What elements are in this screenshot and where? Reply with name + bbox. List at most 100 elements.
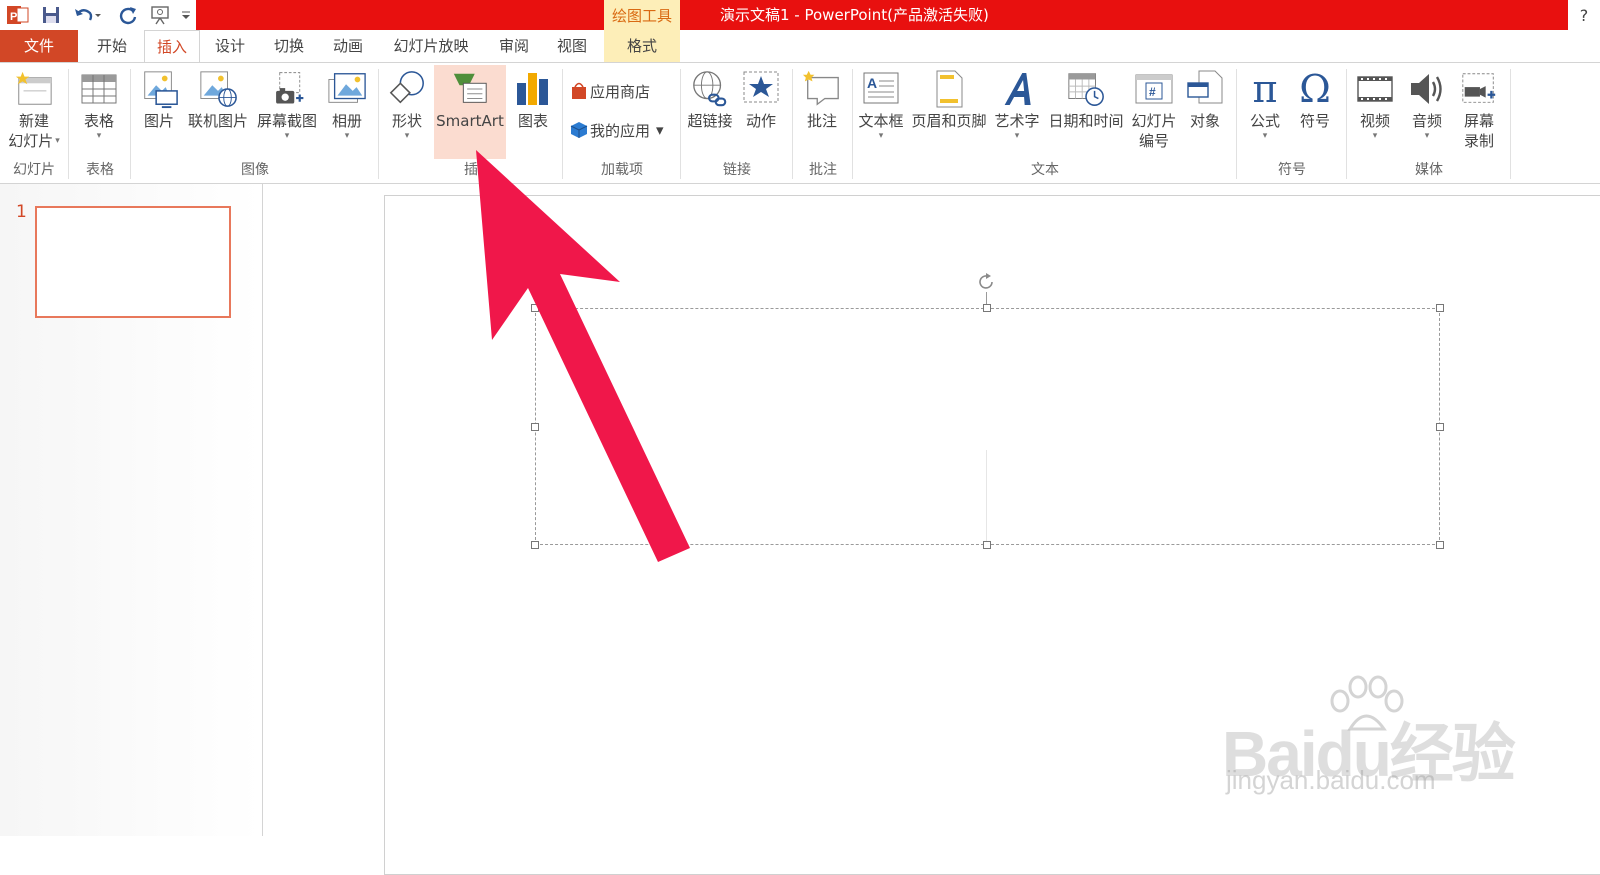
photo-album-icon [327,67,367,111]
header-footer-button[interactable]: 页眉和页脚 [908,67,990,131]
app-store-label: 应用商店 [590,82,651,101]
date-time-label: 日期和时间 [1048,112,1124,130]
help-button[interactable]: ? [1568,0,1600,30]
new-slide-button[interactable]: 新建 幻灯片 ▾ [2,67,66,151]
group-separator [1236,69,1237,179]
date-time-button[interactable]: 日期和时间 [1046,67,1126,131]
film-icon [1355,67,1395,111]
screen-record-button[interactable]: 屏幕 录制 [1456,67,1502,151]
dropdown-arrow-icon: ▾ [878,131,884,141]
tab-transitions[interactable]: 切换 [260,30,318,62]
resize-handle-top[interactable] [983,304,991,312]
screenshot-button[interactable]: 屏幕截图 ▾ [254,67,320,141]
dropdown-arrow-icon: ▾ [1424,131,1430,141]
rotate-handle-icon[interactable] [976,272,996,292]
powerpoint-logo-icon[interactable]: P [6,4,30,26]
my-apps-button[interactable]: 我的应用 ▾ [570,118,664,142]
tab-home[interactable]: 开始 [84,30,140,62]
header-footer-icon [929,67,969,111]
table-button[interactable]: 表格 ▾ [74,67,124,141]
object-icon [1185,67,1225,111]
tab-slideshow[interactable]: 幻灯片放映 [380,30,482,62]
symbol-button[interactable]: Ω 符号 [1292,67,1338,131]
resize-handle-top-left[interactable] [531,304,539,312]
redo-icon[interactable] [116,4,140,26]
tab-animations[interactable]: 动画 [320,30,376,62]
customize-qat-icon[interactable] [180,4,192,26]
omega-icon: Ω [1299,67,1331,111]
resize-handle-bottom-right[interactable] [1436,541,1444,549]
svg-text:P: P [10,11,17,23]
ribbon-tab-row: 文件 开始 插入 设计 切换 动画 幻灯片放映 审阅 视图 格式 [0,30,1600,62]
tab-view[interactable]: 视图 [544,30,600,62]
photo-album-label: 相册 [331,112,362,130]
present-from-start-icon[interactable] [148,4,174,26]
hyperlink-globe-icon [690,67,730,111]
equation-label: 公式 [1249,112,1280,130]
group-separator [680,69,681,179]
resize-handle-right[interactable] [1436,423,1444,431]
svg-text:#: # [1149,85,1156,99]
app-store-button[interactable]: 应用商店 [570,79,650,103]
dropdown-arrow-icon: ▾ [96,131,102,141]
tab-insert[interactable]: 插入 [144,30,200,62]
slide-thumbnail[interactable] [35,206,231,318]
dropdown-arrow-icon: ▾ [1014,131,1020,141]
resize-handle-bottom-left[interactable] [531,541,539,549]
object-button[interactable]: 对象 [1182,67,1228,131]
resize-handle-top-right[interactable] [1436,304,1444,312]
calendar-clock-icon [1066,67,1106,111]
dropdown-arrow-icon: ▾ [656,121,664,139]
photo-album-button[interactable]: 相册 ▾ [324,67,370,141]
resize-handle-left[interactable] [531,423,539,431]
group-label-slides: 幻灯片 [13,162,55,178]
smartart-button[interactable]: SmartArt [434,65,506,159]
hyperlink-label: 超链接 [687,112,733,130]
video-button[interactable]: 视频 ▾ [1352,67,1398,141]
baidu-watermark: Baidu经验 jingyan.baidu.com [1222,675,1522,805]
comment-button[interactable]: 批注 [798,67,846,131]
text-placeholder-box[interactable] [535,308,1440,545]
group-label-images: 图像 [241,162,269,178]
table-icon [79,67,119,111]
undo-icon[interactable] [72,4,102,26]
group-label-links: 链接 [723,162,751,178]
picture-icon [139,67,179,111]
my-apps-cube-icon [570,121,590,139]
textbox-button[interactable]: A 文本框 ▾ [856,67,906,141]
screen-record-icon [1459,67,1499,111]
hyperlink-button[interactable]: 超链接 [684,67,736,131]
new-slide-label-2: 幻灯片 [8,132,54,150]
wordart-button[interactable]: 艺术字 ▾ [992,67,1042,141]
tab-file[interactable]: 文件 [0,30,78,62]
table-label: 表格 [83,112,114,130]
tab-design[interactable]: 设计 [202,30,258,62]
group-separator [562,69,563,179]
online-picture-icon [198,67,238,111]
new-slide-icon [14,67,54,111]
online-picture-button[interactable]: 联机图片 [186,67,250,131]
object-label: 对象 [1189,112,1220,130]
slide-number-button[interactable]: # 幻灯片 编号 [1128,67,1180,151]
tab-format[interactable]: 格式 [604,30,680,62]
group-label-media: 媒体 [1415,162,1443,178]
text-cursor-guide [986,450,987,545]
action-button[interactable]: 动作 [738,67,784,131]
chart-icon [513,67,553,111]
chart-button[interactable]: 图表 [510,67,556,131]
tab-review[interactable]: 审阅 [486,30,542,62]
audio-button[interactable]: 音频 ▾ [1404,67,1450,141]
drawing-tools-context-label: 绘图工具 [604,0,680,30]
equation-button[interactable]: π 公式 ▾ [1242,67,1288,141]
shapes-button[interactable]: 形状 ▾ [384,67,430,141]
symbol-label: 符号 [1299,112,1330,130]
group-separator [378,69,379,179]
slide-number-icon: # [1134,67,1174,111]
picture-button[interactable]: 图片 [134,67,184,131]
screenshot-icon [267,67,307,111]
dropdown-arrow-icon: ▾ [404,131,410,141]
save-icon[interactable] [40,4,62,26]
store-bag-icon [570,82,590,100]
slide-number-label-1: 幻灯片 [1131,112,1177,130]
resize-handle-bottom[interactable] [983,541,991,549]
